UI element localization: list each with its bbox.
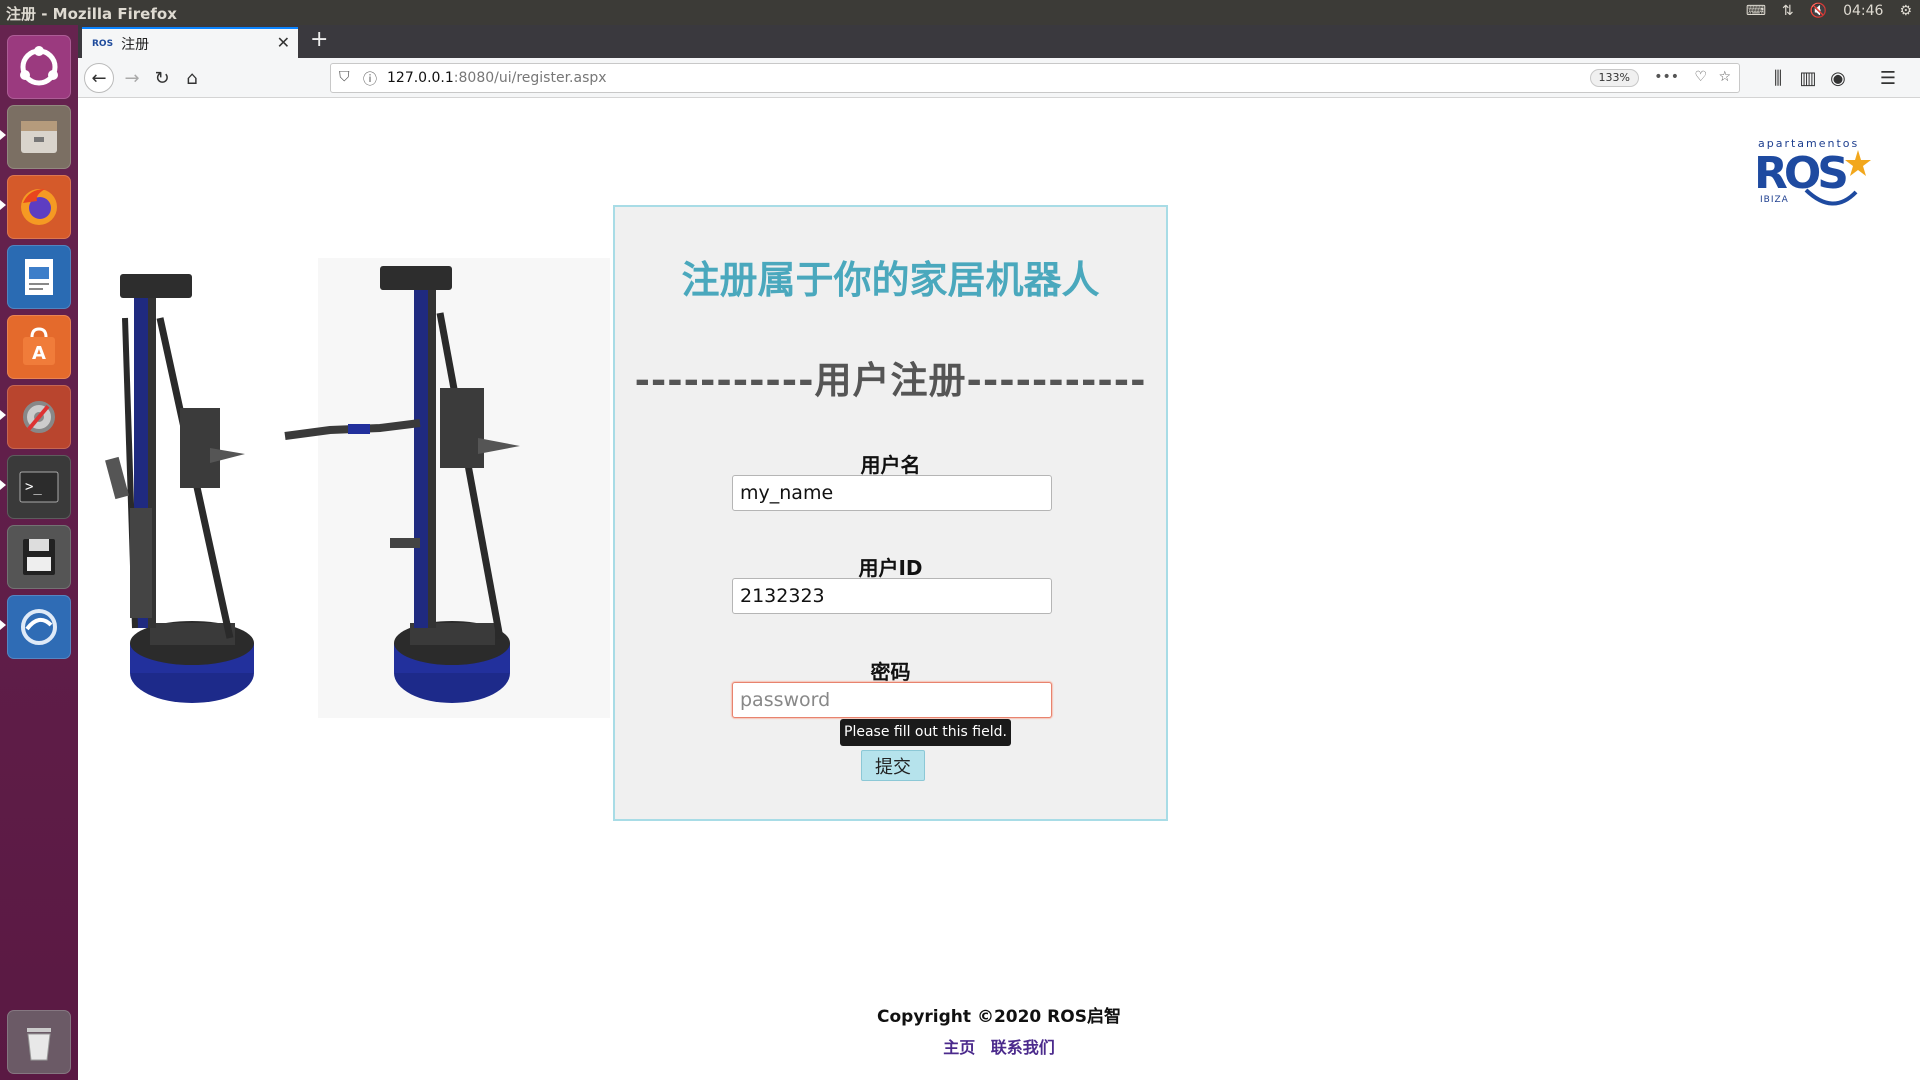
- clock[interactable]: 04:46: [1843, 3, 1883, 19]
- keyboard-icon[interactable]: ⌨: [1746, 3, 1766, 19]
- url-bar[interactable]: ⛉ ⓘ 127.0.0.1:8080/ui/register.aspx 133%…: [330, 63, 1740, 93]
- volume-muted-icon[interactable]: 🔇: [1810, 3, 1827, 19]
- account-icon[interactable]: ◉: [1824, 64, 1852, 92]
- sidebar-icon[interactable]: ▥: [1794, 64, 1822, 92]
- home-icon[interactable]: ⌂: [178, 64, 206, 92]
- reload-icon[interactable]: ↻: [148, 64, 176, 92]
- close-tab-icon[interactable]: ✕: [277, 33, 290, 52]
- url-text[interactable]: 127.0.0.1:8080/ui/register.aspx: [387, 70, 607, 86]
- ubuntu-home-icon[interactable]: [7, 35, 71, 99]
- svg-text:ROS: ROS: [1754, 148, 1846, 199]
- footer-links: 主页 联系我们: [78, 1034, 1920, 1058]
- network-icon[interactable]: ⇅: [1782, 3, 1794, 19]
- launcher: A >_: [0, 25, 78, 1080]
- window-title: 注册 - Mozilla Firefox: [6, 5, 177, 23]
- back-arrow-icon[interactable]: ←: [84, 63, 114, 93]
- validation-tooltip: Please fill out this field.: [840, 719, 1011, 746]
- forward-arrow-icon[interactable]: →: [118, 64, 146, 92]
- username-input[interactable]: [732, 475, 1052, 511]
- svg-text:>_: >_: [25, 479, 42, 495]
- page-content: apartamentos ROS IBIZA 注册属于你的家居机器人 -----…: [78, 98, 1920, 1080]
- save-disk-icon[interactable]: [7, 525, 71, 589]
- nav-bar: ← → ↻ ⌂ ⛉ ⓘ 127.0.0.1:8080/ui/register.a…: [78, 58, 1920, 98]
- top-panel: 注册 - Mozilla Firefox ⌨ ⇅ 🔇 04:46 ⚙: [0, 0, 1920, 25]
- robots-image: [80, 258, 610, 718]
- userid-input[interactable]: [732, 578, 1052, 614]
- page-title: 注册属于你的家居机器人: [681, 258, 1100, 302]
- submit-button[interactable]: 提交: [861, 750, 925, 781]
- footer: Copyright ©2020 ROS启智 主页 联系我们: [78, 1002, 1920, 1058]
- svg-text:IBIZA: IBIZA: [1760, 195, 1789, 205]
- url-host: 127.0.0.1: [387, 70, 454, 86]
- zoom-level-badge[interactable]: 133%: [1589, 69, 1639, 87]
- password-input[interactable]: [732, 682, 1052, 718]
- library-icon[interactable]: ⫼: [1764, 64, 1792, 92]
- registration-panel: 注册属于你的家居机器人 -----------用户注册----------- 用…: [613, 205, 1168, 821]
- url-path: :8080/ui/register.aspx: [453, 70, 607, 86]
- footer-link-contact[interactable]: 联系我们: [991, 1038, 1055, 1057]
- password-label: 密码: [870, 660, 911, 684]
- remote-icon[interactable]: [7, 595, 71, 659]
- page-actions-icon[interactable]: •••: [1654, 69, 1679, 85]
- menu-hamburger-icon[interactable]: ☰: [1874, 64, 1902, 92]
- settings-icon[interactable]: [7, 385, 71, 449]
- terminal-icon[interactable]: >_: [7, 455, 71, 519]
- shield-icon[interactable]: ⛉: [339, 69, 350, 85]
- copyright-text: Copyright ©2020 ROS启智: [877, 1007, 1121, 1027]
- writer-icon[interactable]: [7, 245, 71, 309]
- ros-ibiza-logo: apartamentos ROS IBIZA: [1754, 137, 1871, 206]
- tab-register[interactable]: ROS 注册 ✕: [82, 27, 298, 58]
- svg-text:A: A: [32, 343, 46, 364]
- new-tab-icon[interactable]: +: [310, 27, 328, 52]
- username-label: 用户名: [860, 453, 921, 477]
- software-center-icon[interactable]: A: [7, 315, 71, 379]
- userid-label: 用户ID: [858, 556, 923, 580]
- footer-link-home[interactable]: 主页: [943, 1038, 975, 1057]
- bookmark-star-icon[interactable]: ☆: [1718, 69, 1731, 85]
- ros-favicon-icon: ROS: [92, 38, 114, 49]
- files-icon[interactable]: [7, 105, 71, 169]
- tab-title: 注册: [121, 36, 150, 53]
- pocket-icon[interactable]: ♡: [1694, 69, 1707, 85]
- system-tray: ⌨ ⇅ 🔇 04:46 ⚙: [1746, 3, 1912, 19]
- gear-icon[interactable]: ⚙: [1899, 3, 1912, 19]
- info-icon[interactable]: ⓘ: [363, 69, 377, 89]
- tab-bar: ROS 注册 ✕ +: [78, 25, 1920, 58]
- section-subtitle: -----------用户注册-----------: [634, 359, 1147, 402]
- firefox-icon[interactable]: [7, 175, 71, 239]
- trash-icon[interactable]: [7, 1010, 71, 1074]
